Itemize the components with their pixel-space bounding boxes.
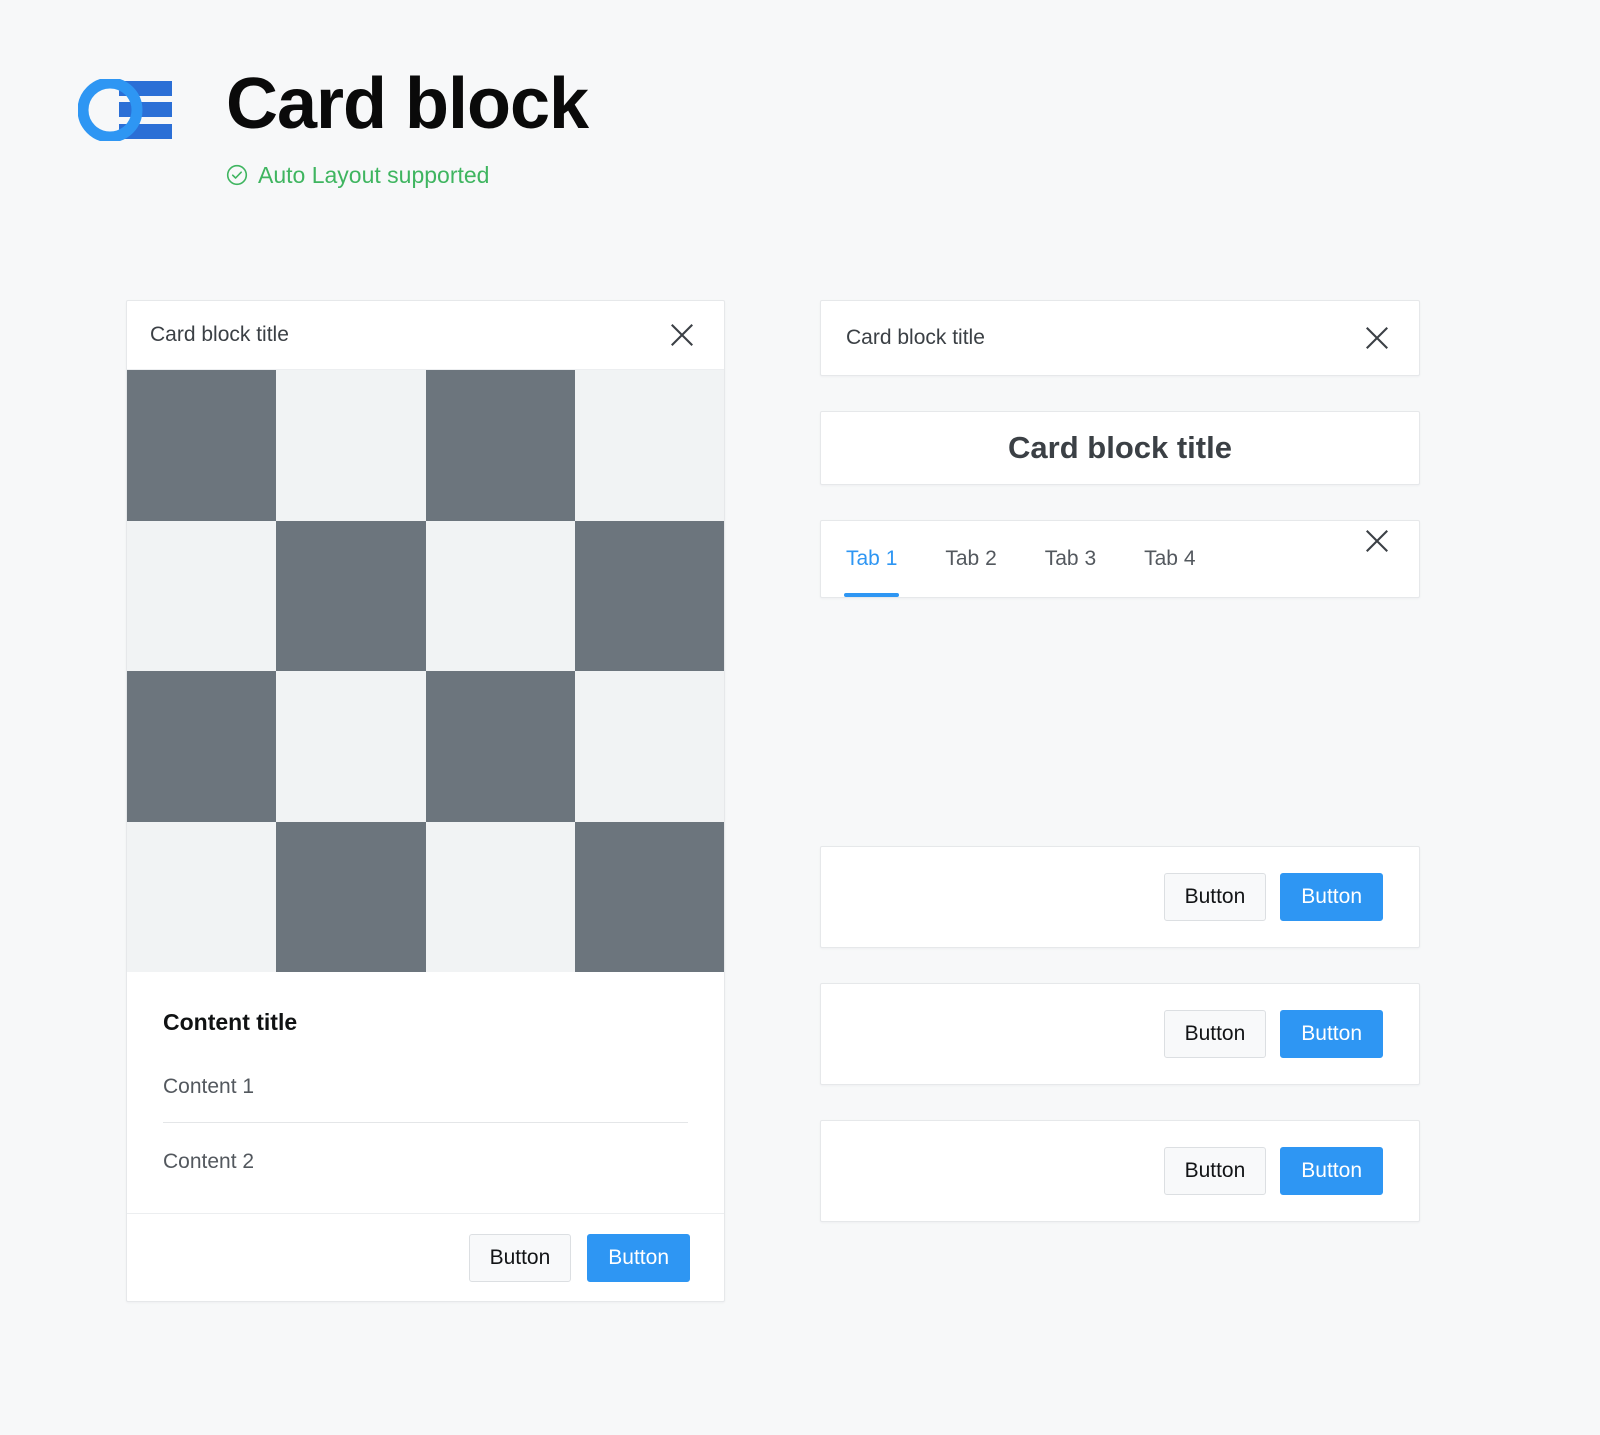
placeholder-cell <box>276 520 426 671</box>
placeholder-cell <box>127 520 277 671</box>
close-icon <box>1362 323 1392 353</box>
close-icon-button[interactable] <box>662 315 702 355</box>
primary-button[interactable]: Button <box>1280 1010 1383 1058</box>
secondary-button[interactable]: Button <box>1163 1147 1267 1195</box>
close-icon <box>1362 526 1392 556</box>
card-header: Card block title <box>821 301 1419 375</box>
card-block-footer-1: Button Button <box>820 846 1420 948</box>
card-centered-title: Card block title <box>1008 430 1232 465</box>
secondary-button[interactable]: Button <box>468 1233 572 1282</box>
tab-label: Tab 2 <box>945 547 997 570</box>
card-header: Card block title <box>127 301 724 370</box>
tab-3[interactable]: Tab 3 <box>1045 521 1096 597</box>
primary-button[interactable]: Button <box>1280 1147 1383 1195</box>
close-icon-button[interactable] <box>1357 521 1397 561</box>
placeholder-cell <box>276 370 426 521</box>
secondary-button[interactable]: Button <box>1163 873 1267 921</box>
card-header-title: Card block title <box>846 326 985 349</box>
content-row-1: Content 1 <box>163 1075 255 1098</box>
tab-2[interactable]: Tab 2 <box>945 521 996 597</box>
tab-label: Tab 1 <box>846 547 898 570</box>
auto-layout-badge: Auto Layout supported <box>226 162 588 188</box>
tab-label: Tab 3 <box>1044 547 1097 570</box>
auto-layout-badge-label: Auto Layout supported <box>258 162 490 188</box>
card-block-tabs: Tab 1 Tab 2 Tab 3 Tab 4 <box>820 520 1420 598</box>
secondary-button[interactable]: Button <box>1163 1010 1267 1058</box>
page-title: Card block <box>226 64 589 144</box>
placeholder-cell <box>574 520 724 671</box>
button-bar: Button Button <box>821 984 1419 1084</box>
card-block-centered-title: Card block title <box>820 411 1420 485</box>
placeholder-cell <box>574 821 724 972</box>
placeholder-cell <box>574 370 724 521</box>
tab-1[interactable]: Tab 1 <box>843 521 900 597</box>
placeholder-cell <box>276 671 426 822</box>
primary-button[interactable]: Button <box>1280 873 1383 921</box>
placeholder-cell <box>276 821 426 972</box>
placeholder-cell <box>425 370 575 521</box>
card-block-footer-2: Button Button <box>820 983 1420 1085</box>
placeholder-cell <box>425 520 575 671</box>
page-root: Card block Auto Layout supported Card bl… <box>0 0 1600 1435</box>
image-placeholder-checkerboard <box>127 370 724 972</box>
tabs-spacer <box>1244 521 1358 597</box>
tab-label: Tab 4 <box>1144 547 1196 570</box>
card-block-header-only: Card block title <box>820 300 1420 376</box>
header-text-group: Card block Auto Layout supported <box>226 62 589 188</box>
card-block-footer-3: Button Button <box>820 1120 1420 1222</box>
placeholder-cell <box>574 671 724 822</box>
placeholder-cell <box>127 821 277 972</box>
content-divider <box>163 1122 688 1123</box>
primary-button[interactable]: Button <box>587 1233 690 1282</box>
left-column: Card block title Content title Content 1… <box>126 300 725 1302</box>
page-header: Card block Auto Layout supported <box>78 62 589 188</box>
card-header-title: Card block title <box>150 323 289 346</box>
tab-4[interactable]: Tab 4 <box>1144 521 1195 597</box>
cards-layout: Card block title Content title Content 1… <box>126 300 1420 1302</box>
placeholder-cell <box>425 671 575 822</box>
button-bar: Button Button <box>821 847 1419 947</box>
content-row-2: Content 2 <box>163 1150 255 1173</box>
placeholder-cell <box>127 671 277 822</box>
right-column: Card block title Card block title Tab 1 … <box>820 300 1420 1222</box>
placeholder-cell <box>127 370 277 521</box>
card-body: Content title Content 1 Content 2 <box>127 972 724 1213</box>
close-icon <box>667 320 697 350</box>
button-bar: Button Button <box>821 1121 1419 1221</box>
placeholder-cell <box>425 821 575 972</box>
card-title-center-wrap: Card block title <box>821 412 1419 484</box>
check-circle-icon <box>226 164 248 186</box>
close-icon-button[interactable] <box>1357 318 1397 358</box>
content-title: Content title <box>163 1009 298 1035</box>
oe-monogram-logo-icon <box>78 62 174 158</box>
card-footer: Button Button <box>127 1213 724 1301</box>
card-block-full: Card block title Content title Content 1… <box>126 300 725 1302</box>
tabs-row: Tab 1 Tab 2 Tab 3 Tab 4 <box>821 521 1419 597</box>
